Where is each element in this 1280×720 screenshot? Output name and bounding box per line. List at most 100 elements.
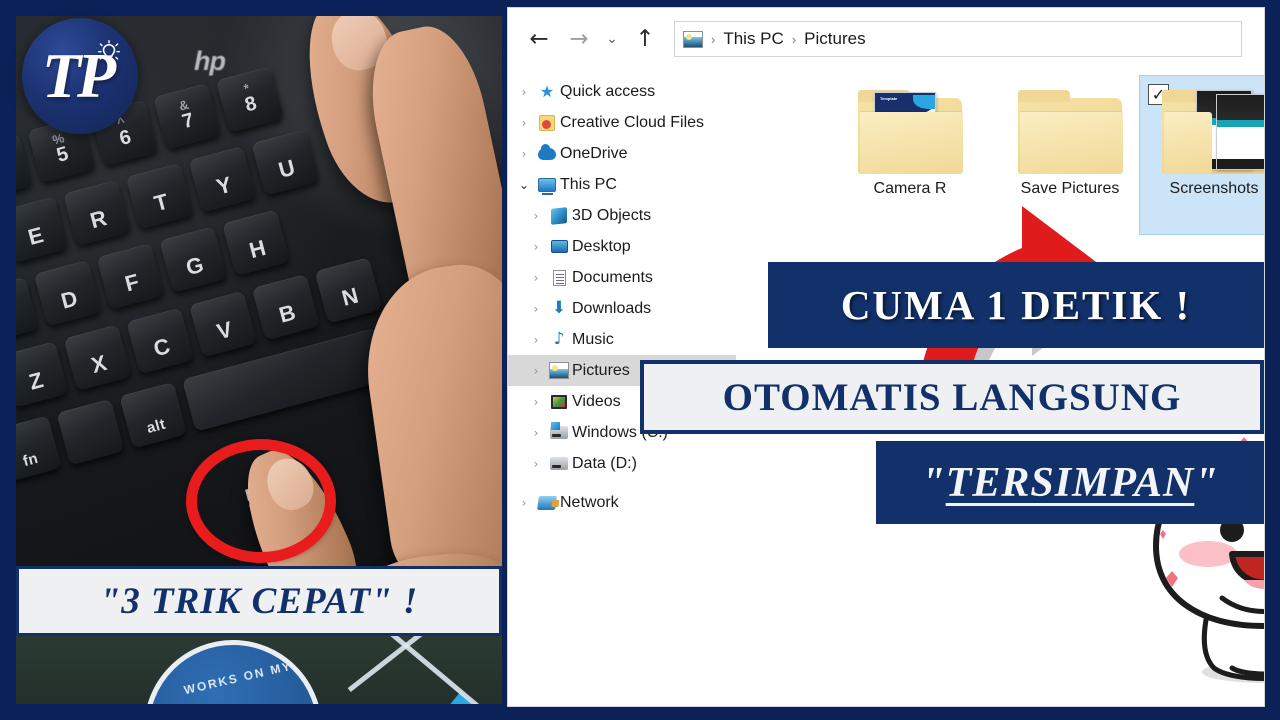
sidebar-label: Documents	[572, 268, 653, 286]
chevron-right-icon[interactable]: ›	[514, 116, 534, 130]
chevron-right-icon[interactable]: ›	[526, 395, 546, 409]
key-r: R	[62, 179, 132, 247]
key-c: C	[126, 307, 195, 375]
3d-objects-icon	[546, 206, 572, 225]
breadcrumb-separator-1: ›	[711, 31, 716, 47]
sidebar-label: 3D Objects	[572, 206, 652, 224]
key-f: F	[96, 243, 165, 310]
this-pc-icon	[534, 177, 560, 195]
sidebar-item-creative-cloud-files[interactable]: › Creative Cloud Files	[508, 107, 736, 138]
chevron-right-icon[interactable]: ›	[526, 364, 546, 378]
sidebar-item-data-d[interactable]: › Data (D:)	[508, 448, 736, 479]
chevron-right-icon[interactable]: ›	[526, 426, 546, 440]
item-screenshots[interactable]: ✓ Screenshots	[1139, 75, 1264, 235]
sidebar-item-onedrive[interactable]: › OneDrive	[508, 138, 736, 169]
laptop-sticker-strip: WORKS ON MY	[16, 632, 502, 704]
key-n: N	[314, 257, 383, 324]
up-button[interactable]: ↑	[626, 20, 664, 58]
key-z: Z	[16, 341, 69, 408]
banner-tersimpan: " TERSIMPAN "	[876, 441, 1264, 524]
breadcrumb-this-pc[interactable]: This PC	[723, 29, 783, 49]
sidebar-label: Videos	[572, 392, 621, 410]
videos-icon	[546, 394, 572, 409]
quote-close: "	[1194, 459, 1219, 506]
sticker-label: WORKS ON MY	[182, 658, 294, 698]
sidebar-item-downloads[interactable]: › ⬇ Downloads	[508, 293, 736, 324]
key-y: Y	[188, 145, 257, 213]
sidebar-item-documents[interactable]: › Documents	[508, 262, 736, 293]
key-x: X	[63, 324, 132, 392]
sidebar-item-3d-objects[interactable]: › 3D Objects	[508, 200, 736, 231]
chevron-right-icon[interactable]: ›	[514, 85, 534, 99]
desktop-icon	[546, 240, 572, 253]
chevron-right-icon[interactable]: ›	[526, 240, 546, 254]
key-u: U	[251, 129, 320, 196]
sidebar-label: Downloads	[572, 299, 652, 317]
folder-preview-screenshot-2	[1216, 94, 1264, 170]
folder-documents-icon: Template	[858, 90, 963, 174]
item-label: Camera R	[873, 180, 947, 197]
sidebar-label: Pictures	[572, 361, 630, 379]
address-bar[interactable]: › This PC › Pictures	[674, 21, 1242, 57]
folder-icon	[1018, 90, 1123, 174]
channel-logo: TP	[22, 18, 138, 134]
sidebar-label: Network	[560, 493, 619, 511]
key-t: T	[125, 162, 194, 230]
pictures-icon	[546, 362, 572, 379]
folder-screenshots-icon	[1162, 90, 1264, 174]
sticker-circle: WORKS ON MY	[144, 640, 487, 704]
banner-tersimpan-text: TERSIMPAN	[945, 459, 1195, 506]
item-camera-roll[interactable]: Template Camera R	[836, 76, 984, 234]
thumbnail-canvas: @2 #3 $4 %5 ^6 &7 *8 Q W E R T Y U A S	[0, 0, 1280, 720]
sidebar-item-quick-access[interactable]: › ★ Quick access	[508, 76, 736, 107]
documents-icon	[546, 269, 572, 286]
sidebar-item-network[interactable]: › Network	[508, 487, 736, 518]
key-h: H	[222, 209, 291, 277]
chevron-right-icon[interactable]: ›	[526, 333, 546, 347]
back-button[interactable]: ←	[520, 20, 558, 58]
breadcrumb-separator-2: ›	[791, 31, 797, 47]
sidebar-label: Data (D:)	[572, 454, 637, 472]
key-alt: alt	[119, 381, 188, 449]
lightbulb-icon	[98, 40, 120, 62]
key-b: B	[251, 273, 320, 341]
sidebar-label: OneDrive	[560, 144, 628, 162]
sidebar-label: Quick access	[560, 82, 656, 100]
sidebar-item-desktop[interactable]: › Desktop	[508, 231, 736, 262]
chevron-right-icon[interactable]: ›	[526, 302, 546, 316]
logo-text: TP	[41, 40, 116, 111]
key-v: V	[188, 290, 258, 358]
breadcrumb-pictures[interactable]: Pictures	[804, 29, 865, 49]
cloud-icon	[534, 143, 560, 160]
item-label: Save Pictures	[1020, 180, 1120, 197]
item-saved-pictures[interactable]: Save Pictures	[996, 76, 1144, 234]
quote-open: "	[921, 459, 946, 506]
chevron-right-icon[interactable]: ›	[514, 496, 534, 510]
star-icon: ★	[539, 81, 555, 101]
chevron-right-icon[interactable]: ›	[526, 209, 546, 223]
chevron-right-icon[interactable]: ›	[526, 271, 546, 285]
creative-cloud-icon	[534, 114, 560, 131]
key-fn: fn	[16, 415, 62, 483]
file-explorer-window: ← → ⌄ ↑ › This PC › Pictures › ★ Quick a…	[508, 8, 1264, 706]
sidebar-label: Music	[572, 330, 614, 348]
windows-drive-icon	[546, 422, 572, 439]
forward-button[interactable]: →	[560, 20, 598, 58]
key-s: S	[16, 276, 40, 344]
chevron-right-icon[interactable]: ›	[526, 457, 546, 471]
music-icon: ♪	[553, 329, 565, 349]
downloads-icon: ⬇	[551, 298, 567, 318]
pictures-icon	[683, 30, 703, 48]
recent-locations-icon[interactable]: ⌄	[600, 20, 624, 58]
sidebar-label: Creative Cloud Files	[560, 113, 705, 131]
chevron-right-icon[interactable]: ›	[514, 147, 534, 161]
banner-3-trik-cepat: "3 TRIK CEPAT" !	[16, 566, 502, 636]
sidebar-label: Desktop	[572, 237, 631, 255]
key-7: & 7	[152, 82, 222, 150]
sidebar-item-music[interactable]: › ♪ Music	[508, 324, 736, 355]
hp-logo: hp	[194, 46, 226, 76]
sidebar-item-this-pc[interactable]: ⌄ This PC	[508, 169, 736, 200]
drive-icon	[546, 457, 572, 470]
chevron-down-icon[interactable]: ⌄	[514, 178, 534, 192]
key-d: D	[33, 259, 102, 327]
